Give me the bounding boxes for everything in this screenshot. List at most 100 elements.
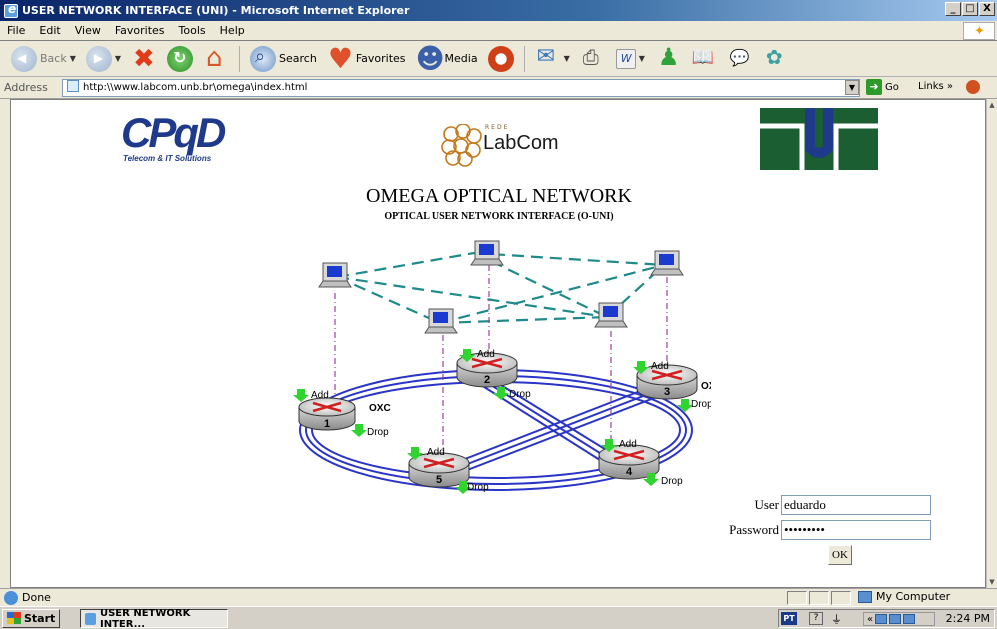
minimize-button[interactable]: _	[945, 2, 961, 16]
expand-chevron-icon[interactable]: «	[867, 614, 873, 625]
favorites-button[interactable]: Favorites	[324, 42, 409, 75]
page-icon	[67, 80, 79, 92]
word-icon	[615, 48, 636, 69]
status-pane	[831, 591, 851, 605]
back-button[interactable]: Back ▼	[8, 44, 79, 74]
user-row: User	[711, 495, 931, 515]
labcom-logo: REDE LabCom	[441, 123, 559, 174]
menu-favorites[interactable]: Favorites	[108, 24, 172, 37]
labcom-name: LabCom	[483, 132, 559, 154]
clock: 2:24 PM	[945, 612, 990, 625]
zone-label: My Computer	[876, 590, 951, 603]
quick-launch: «	[863, 612, 935, 626]
stop-button[interactable]	[128, 44, 160, 74]
contacts-button[interactable]	[760, 44, 792, 74]
network-plug-icon[interactable]: ⏚	[831, 611, 842, 627]
router-4-label: 4	[626, 466, 633, 478]
node-3-drop: Drop	[691, 399, 711, 410]
title-bar[interactable]: USER NETWORK INTERFACE (UNI) - Microsoft…	[0, 0, 997, 21]
menu-help[interactable]: Help	[213, 24, 252, 37]
research-button[interactable]	[688, 44, 720, 74]
forward-dropdown-icon[interactable]: ▼	[115, 54, 121, 63]
page-subtitle: OPTICAL USER NETWORK INTERFACE (O-UNI)	[384, 211, 614, 222]
standard-toolbar: Back ▼ ▼ Search Favorites Media ▼ ▼	[0, 41, 997, 77]
links-extra-icon[interactable]	[966, 80, 980, 94]
messenger-icon	[655, 43, 681, 72]
node-2-drop: Drop	[509, 389, 531, 400]
maximize-button[interactable]: □	[962, 2, 978, 16]
address-url: http:\\www.labcom.unb.br\omega\index.htm…	[83, 82, 308, 93]
edit-word-button[interactable]: ▼	[613, 44, 648, 74]
menu-bar: File Edit View Favorites Tools Help ✦	[0, 21, 997, 41]
window-border	[0, 99, 10, 588]
system-tray: PT ? ⏚ « 2:24 PM	[778, 609, 995, 628]
unb-logo	[760, 108, 878, 170]
router-node-1: 1	[298, 397, 356, 431]
user-input[interactable]	[781, 495, 931, 515]
password-row: Password	[711, 520, 931, 540]
node-5-drop: Drop	[467, 482, 489, 493]
edit-dropdown-icon[interactable]: ▼	[639, 54, 645, 63]
status-pane	[809, 591, 829, 605]
tray-app-icon[interactable]	[889, 614, 902, 624]
computer-icon	[858, 590, 872, 603]
taskbar-ie-window[interactable]: USER NETWORK INTER...	[80, 608, 228, 629]
page-content: CPqD Telecom & IT Solutions REDE LabCom …	[10, 99, 986, 588]
mail-dropdown-icon[interactable]: ▼	[564, 54, 570, 63]
language-indicator[interactable]: PT	[781, 612, 797, 625]
help-icon[interactable]: ?	[809, 612, 823, 625]
history-button[interactable]	[485, 44, 517, 74]
labcom-rede: REDE	[485, 124, 510, 131]
tray-app-icon[interactable]	[875, 614, 888, 624]
refresh-button[interactable]	[164, 44, 196, 74]
back-arrow-icon	[11, 45, 37, 72]
search-button[interactable]: Search	[247, 44, 320, 74]
node-4-drop: Drop	[661, 476, 683, 487]
security-zone: My Computer	[858, 590, 950, 603]
password-input[interactable]	[781, 520, 931, 540]
media-icon	[416, 42, 445, 75]
media-button[interactable]: Media	[413, 42, 481, 75]
menu-file[interactable]: File	[0, 24, 32, 37]
menu-tools[interactable]: Tools	[172, 24, 213, 37]
cpqd-logo: CPqD Telecom & IT Solutions	[121, 112, 231, 172]
research-book-icon	[691, 46, 717, 72]
home-button[interactable]	[200, 43, 232, 74]
toolbar-separator	[239, 45, 241, 72]
tray-app-icon[interactable]	[903, 614, 916, 624]
links-button[interactable]: Links »	[918, 81, 953, 92]
search-icon	[250, 45, 277, 72]
vertical-scrollbar[interactable]: ▲ ▼	[986, 99, 997, 588]
print-button[interactable]	[577, 44, 609, 74]
scroll-up-icon[interactable]: ▲	[987, 99, 997, 111]
status-pane	[787, 591, 807, 605]
favorites-heart-icon	[327, 42, 353, 75]
forward-arrow-icon	[85, 45, 112, 72]
node-2-add: Add	[477, 349, 495, 360]
ie-icon	[85, 612, 96, 625]
node-3-add: Add	[651, 361, 669, 372]
page-title: OMEGA OPTICAL NETWORK	[366, 185, 632, 207]
address-input[interactable]: http:\\www.labcom.unb.br\omega\index.htm…	[62, 79, 860, 97]
node-3-oxc: OXC	[701, 381, 711, 392]
router-5-label: 5	[436, 474, 442, 486]
print-icon	[580, 45, 606, 72]
router-2-label: 2	[484, 374, 490, 386]
page-done-icon	[4, 590, 18, 605]
start-button[interactable]: Start	[2, 608, 61, 628]
close-button[interactable]: X	[979, 2, 995, 16]
node-1-add: Add	[311, 390, 329, 401]
forward-button[interactable]: ▼	[83, 44, 124, 74]
menu-edit[interactable]: Edit	[32, 24, 67, 37]
discuss-button[interactable]	[724, 44, 756, 74]
ok-button[interactable]: OK	[828, 545, 852, 565]
messenger-button[interactable]	[652, 43, 684, 74]
scroll-down-icon[interactable]: ▼	[987, 576, 997, 588]
address-dropdown-icon[interactable]: ▼	[845, 80, 859, 95]
back-dropdown-icon[interactable]: ▼	[70, 54, 76, 63]
home-icon	[203, 43, 229, 73]
go-button[interactable]: ➜ Go	[866, 79, 899, 95]
windows-flag-icon	[7, 612, 21, 624]
mail-button[interactable]: ▼	[532, 44, 573, 74]
menu-view[interactable]: View	[68, 24, 108, 37]
